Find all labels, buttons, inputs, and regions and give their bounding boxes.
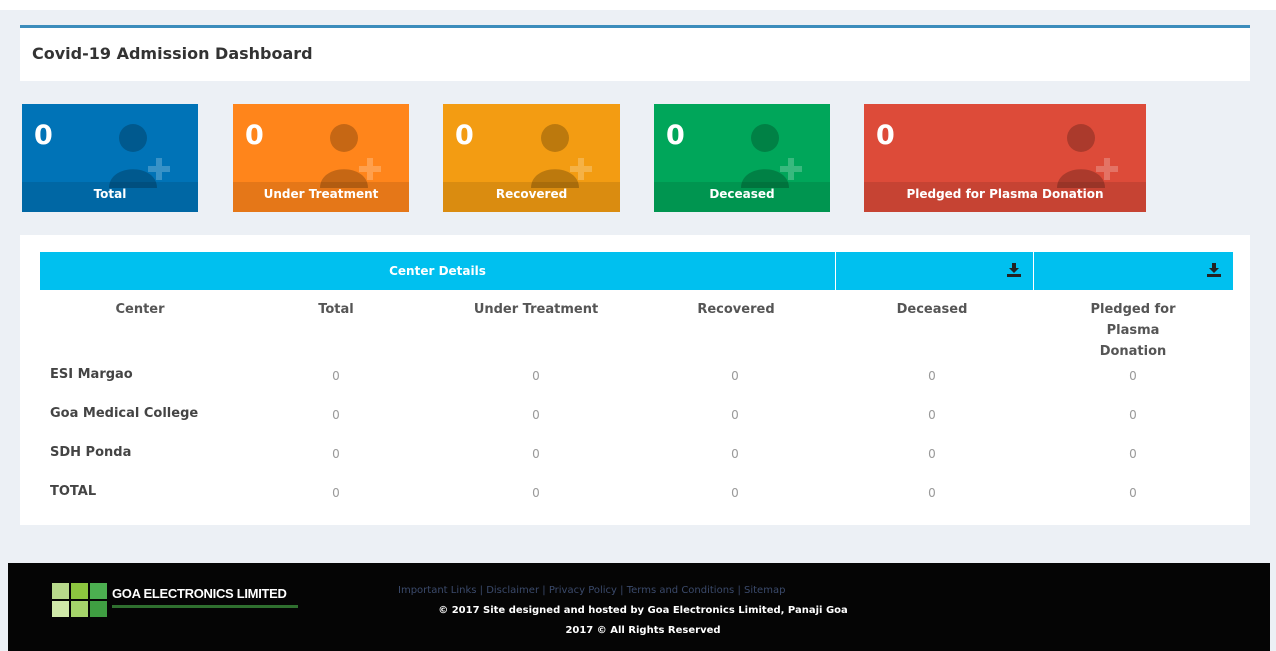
logo-blocks [52,583,108,617]
cell-under-treatment: 0 [532,486,540,500]
logo-text: GOA ELECTRONICS LIMITED [112,586,287,601]
user-add-icon [741,124,802,188]
cell-deceased: 0 [928,408,936,422]
card-label: Under Treatment [233,182,409,212]
cell-recovered: 0 [731,408,739,422]
cell-total: 0 [332,447,340,461]
center-name: Goa Medical College [50,406,199,421]
cell-total: 0 [332,369,340,383]
title-box: Covid-19 Admission Dashboard [20,25,1250,81]
download-cell [1034,252,1233,290]
table-row: TOTAL 0 0 0 0 0 [40,482,1233,522]
center-name: ESI Margao [50,367,133,382]
cell-plasma: 0 [1129,447,1137,461]
link-privacy-policy[interactable]: Privacy Policy [549,585,617,596]
page-title: Covid-19 Admission Dashboard [32,44,313,63]
user-add-icon [531,124,592,188]
download-icon[interactable] [1007,263,1021,277]
table-header-title-cell: Center Details [40,252,836,290]
card-label: Pledged for Plasma Donation [864,182,1146,212]
user-add-icon [320,124,381,188]
card-recovered[interactable]: 0 Recovered [443,104,620,212]
cell-recovered: 0 [731,369,739,383]
cell-total: 0 [332,486,340,500]
center-name: TOTAL [50,484,97,499]
cell-total: 0 [332,408,340,422]
column-headers: Center Total Under Treatment Recovered D… [40,299,1233,359]
site-footer: GOA ELECTRONICS LIMITED Important Links … [8,563,1270,651]
column-header-deceased: Deceased [896,302,968,317]
column-header-plasma: Pledged for Plasma Donation [1090,302,1176,359]
cell-plasma: 0 [1129,486,1137,500]
card-total[interactable]: 0 Total [22,104,198,212]
logo-tagline-bar [112,605,298,608]
link-terms[interactable]: Terms and Conditions [627,585,735,596]
table-header-title: Center Details [389,264,486,278]
column-header-total: Total [318,302,354,317]
copyright-line-1: © 2017 Site designed and hosted by Goa E… [438,605,848,616]
card-value: 0 [245,120,264,151]
top-strip [0,0,1276,10]
table-row: SDH Ponda 0 0 0 0 0 [40,443,1233,483]
table-header-bar: Center Details [40,252,1233,290]
cell-deceased: 0 [928,486,936,500]
card-label: Recovered [443,182,620,212]
download-icon[interactable] [1207,263,1221,277]
card-plasma-donation[interactable]: 0 Pledged for Plasma Donation [864,104,1146,212]
user-add-icon [1057,124,1118,188]
card-value: 0 [34,120,53,151]
download-cell [836,252,1034,290]
cell-recovered: 0 [731,447,739,461]
link-disclaimer[interactable]: Disclaimer [486,585,539,596]
link-sitemap[interactable]: Sitemap [744,585,785,596]
link-important-links[interactable]: Important Links [398,585,476,596]
card-under-treatment[interactable]: 0 Under Treatment [233,104,409,212]
column-header-recovered: Recovered [697,302,775,317]
user-add-icon [109,124,170,188]
column-header-under-treatment: Under Treatment [473,302,599,317]
card-label: Deceased [654,182,830,212]
center-details-table: Center Details Center Total Under Treatm… [20,235,1250,525]
card-value: 0 [455,120,474,151]
cell-under-treatment: 0 [532,369,540,383]
cell-under-treatment: 0 [532,447,540,461]
company-logo[interactable]: GOA ELECTRONICS LIMITED [52,583,302,619]
card-label: Total [22,182,198,212]
card-value: 0 [666,120,685,151]
cell-plasma: 0 [1129,408,1137,422]
cell-deceased: 0 [928,447,936,461]
center-name: SDH Ponda [50,445,132,460]
table-row: ESI Margao 0 0 0 0 0 [40,365,1233,405]
cell-plasma: 0 [1129,369,1137,383]
cell-deceased: 0 [928,369,936,383]
footer-links: Important Links | Disclaimer | Privacy P… [398,585,786,596]
cell-recovered: 0 [731,486,739,500]
card-deceased[interactable]: 0 Deceased [654,104,830,212]
card-value: 0 [876,120,895,151]
copyright-line-2: 2017 © All Rights Reserved [565,625,721,636]
column-header-center: Center [115,302,165,317]
cell-under-treatment: 0 [532,408,540,422]
table-row: Goa Medical College 0 0 0 0 0 [40,404,1233,444]
